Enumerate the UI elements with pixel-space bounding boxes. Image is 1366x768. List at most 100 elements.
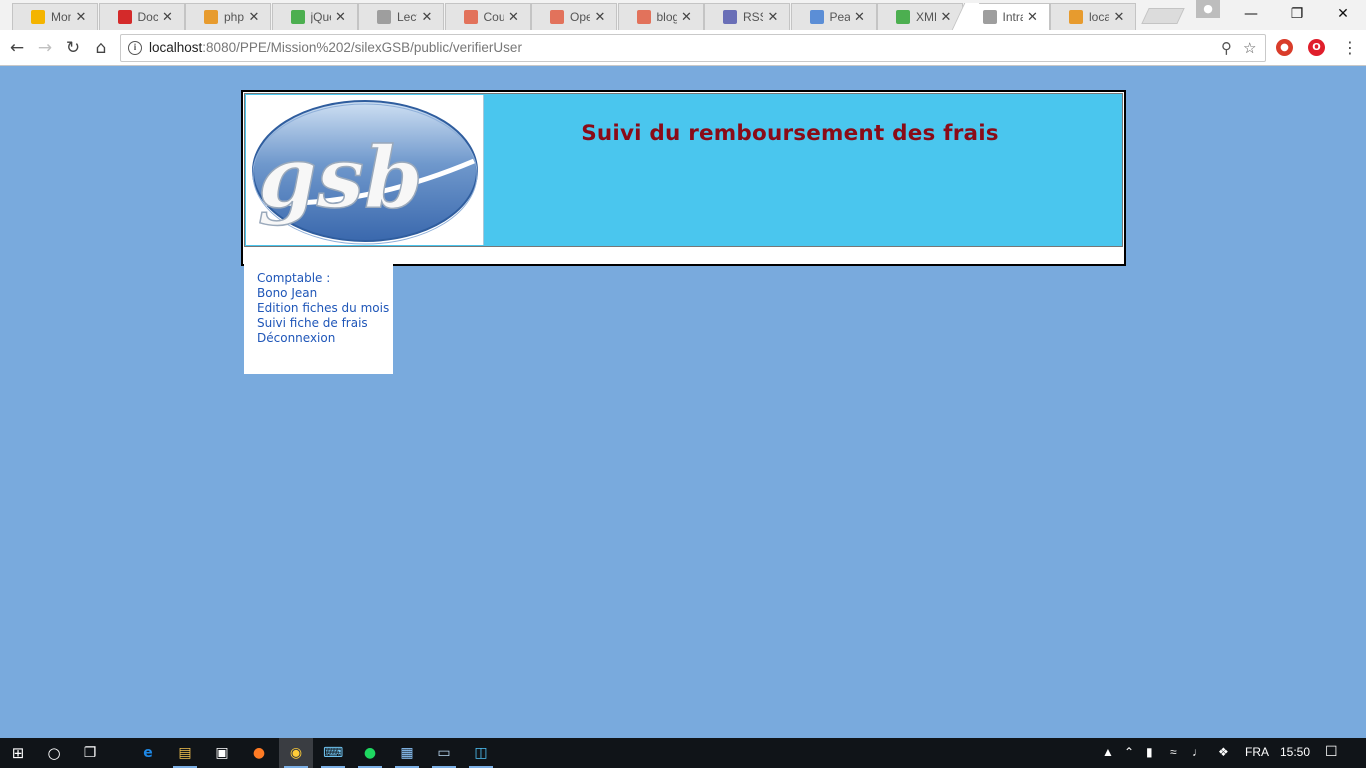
- header-box: gsb Suivi du remboursement des frais: [241, 90, 1126, 266]
- tab-close-icon[interactable]: ✕: [681, 10, 693, 25]
- volume-icon[interactable]: ♩: [1192, 745, 1204, 759]
- notifications-icon[interactable]: ☐: [1325, 743, 1338, 760]
- star-icon: [809, 10, 824, 24]
- menu-role: Comptable :: [257, 271, 331, 285]
- tab-close-icon[interactable]: ✕: [767, 10, 779, 25]
- language-indicator[interactable]: FRA: [1245, 745, 1269, 759]
- menu-item-edition-fiches[interactable]: Edition fiches du mois: [257, 301, 393, 316]
- back-button[interactable]: ←: [5, 36, 29, 60]
- keyboard-app-icon[interactable]: ⌨: [323, 743, 343, 763]
- tab-0[interactable]: Mon ✕: [12, 3, 98, 30]
- page-viewport: gsb Suivi du remboursement des frais Com…: [0, 67, 1366, 738]
- gsb-logo: gsb: [246, 95, 484, 245]
- home-button[interactable]: ⌂: [89, 36, 113, 60]
- tab-2[interactable]: phpM ✕: [185, 3, 271, 30]
- w3-icon: [896, 10, 910, 24]
- logo-text: gsb: [258, 128, 423, 227]
- tab-close-icon[interactable]: ✕: [1113, 10, 1125, 25]
- tab-title: Docu: [137, 10, 158, 24]
- tab-title: Intra: [1002, 10, 1023, 24]
- openclassrooms-icon: [636, 10, 651, 24]
- dropbox-icon[interactable]: ❖: [1218, 745, 1229, 759]
- tab-close-icon[interactable]: ✕: [1027, 10, 1039, 25]
- forward-button[interactable]: →: [33, 36, 57, 60]
- key-icon[interactable]: ⚲: [1221, 39, 1232, 57]
- tab-title: Lecte: [397, 10, 417, 24]
- restore-button[interactable]: ❐: [1274, 0, 1320, 28]
- tab-title: Pearl: [829, 10, 850, 24]
- tab-title: phpM: [224, 10, 244, 24]
- edge-icon[interactable]: e: [138, 743, 158, 763]
- tab-7[interactable]: blog ✕: [617, 3, 704, 30]
- tab-title: blog: [656, 10, 677, 24]
- bookmark-star-icon[interactable]: ☆: [1243, 39, 1256, 57]
- tab-4[interactable]: Lecte ✕: [358, 3, 444, 30]
- tab-5[interactable]: Cour ✕: [444, 3, 531, 30]
- tab-6[interactable]: Oper ✕: [531, 3, 617, 30]
- url-host: localhost: [149, 40, 203, 55]
- tab-close-icon[interactable]: ✕: [508, 10, 520, 25]
- page-icon: [982, 10, 997, 24]
- tab-title: XML: [916, 10, 936, 24]
- tab-close-icon[interactable]: ✕: [854, 10, 866, 25]
- tab-close-icon[interactable]: ✕: [940, 10, 952, 25]
- globe-icon: [723, 10, 737, 24]
- drive-tray-icon[interactable]: ▲: [1102, 745, 1114, 759]
- menu-icon[interactable]: ⋮: [1338, 36, 1362, 60]
- close-window-button[interactable]: ✕: [1320, 0, 1366, 28]
- tab-11[interactable]: Intra ✕: [963, 3, 1050, 30]
- minimize-button[interactable]: —: [1228, 0, 1274, 28]
- pma-icon: [1069, 10, 1083, 24]
- url-path: :8080/PPE/Mission%202/silexGSB/public/ve…: [202, 40, 522, 55]
- info-icon[interactable]: i: [128, 41, 142, 55]
- windows-start-icon[interactable]: ⊞: [8, 743, 28, 763]
- tab-close-icon[interactable]: ✕: [248, 10, 260, 25]
- cortana-icon[interactable]: ○: [44, 743, 64, 763]
- remote-desktop-icon[interactable]: ▭: [434, 743, 454, 763]
- tab-8[interactable]: RSS f ✕: [704, 3, 790, 30]
- tab-9[interactable]: Pearl ✕: [790, 3, 877, 30]
- spotify-icon[interactable]: ●: [360, 743, 380, 763]
- opera-icon[interactable]: O: [1308, 39, 1325, 56]
- trello-icon[interactable]: ◫: [471, 743, 491, 763]
- menu-item-deconnexion[interactable]: Déconnexion: [257, 331, 393, 346]
- tab-title: Cour: [483, 10, 504, 24]
- tab-strip: Mon ✕ Docu ✕ phpM ✕ jQue ✕ Lecte ✕ Cour ✕ Oper ✕ blog ✕…: [0, 0, 1366, 30]
- tab-title: Mon: [51, 10, 71, 24]
- tab-close-icon[interactable]: ✕: [75, 10, 87, 25]
- clock-time[interactable]: 15:50: [1280, 745, 1310, 759]
- url-text[interactable]: localhost:8080/PPE/Mission%202/silexGSB/…: [149, 40, 522, 55]
- extension-icon[interactable]: ●: [1276, 39, 1293, 56]
- tab-3[interactable]: jQue ✕: [271, 3, 358, 30]
- free-icon: [117, 10, 132, 24]
- tab-10[interactable]: XML ✕: [877, 3, 963, 30]
- virtualbox-icon[interactable]: ▦: [397, 743, 417, 763]
- chrome-icon[interactable]: ◉: [286, 743, 306, 763]
- tab-close-icon[interactable]: ✕: [335, 10, 347, 25]
- show-hidden-icons-icon[interactable]: ⌃: [1124, 745, 1134, 759]
- firefox-icon[interactable]: ●: [249, 743, 269, 763]
- tab-title: Oper: [570, 10, 590, 24]
- profile-icon[interactable]: ●: [1196, 0, 1220, 18]
- page-title: Suivi du remboursement des frais: [581, 121, 999, 146]
- openclassrooms-icon: [550, 10, 564, 24]
- address-bar[interactable]: i localhost:8080/PPE/Mission%202/silexGS…: [120, 34, 1266, 62]
- store-icon[interactable]: ▣: [212, 743, 232, 763]
- task-view-icon[interactable]: ❐: [80, 743, 100, 763]
- menu-item-suivi-fiche[interactable]: Suivi fiche de frais: [257, 316, 393, 331]
- drive-icon: [31, 10, 45, 24]
- battery-icon[interactable]: ▮: [1146, 745, 1153, 759]
- file-explorer-icon[interactable]: ▤: [175, 743, 195, 763]
- tab-1[interactable]: Docu ✕: [98, 3, 185, 30]
- openclassrooms-icon: [463, 10, 478, 24]
- wifi-icon[interactable]: ≈: [1170, 745, 1177, 759]
- reload-button[interactable]: ↻: [61, 36, 85, 60]
- tab-12[interactable]: local ✕: [1050, 3, 1136, 30]
- new-tab-button[interactable]: [1141, 8, 1185, 24]
- windows-taskbar: ⊞ ○ ❐ e ▤ ▣ ● ◉ ⌨ ● ▦ ▭ ◫ ▲ ⌃ ▮ ≈ ♩ ❖ FR…: [0, 738, 1366, 768]
- tab-close-icon[interactable]: ✕: [421, 10, 433, 25]
- browser-toolbar: ← → ↻ ⌂ i localhost:8080/PPE/Mission%202…: [0, 30, 1366, 66]
- tab-title: local: [1089, 10, 1109, 24]
- tab-close-icon[interactable]: ✕: [594, 10, 606, 25]
- tab-close-icon[interactable]: ✕: [162, 10, 174, 25]
